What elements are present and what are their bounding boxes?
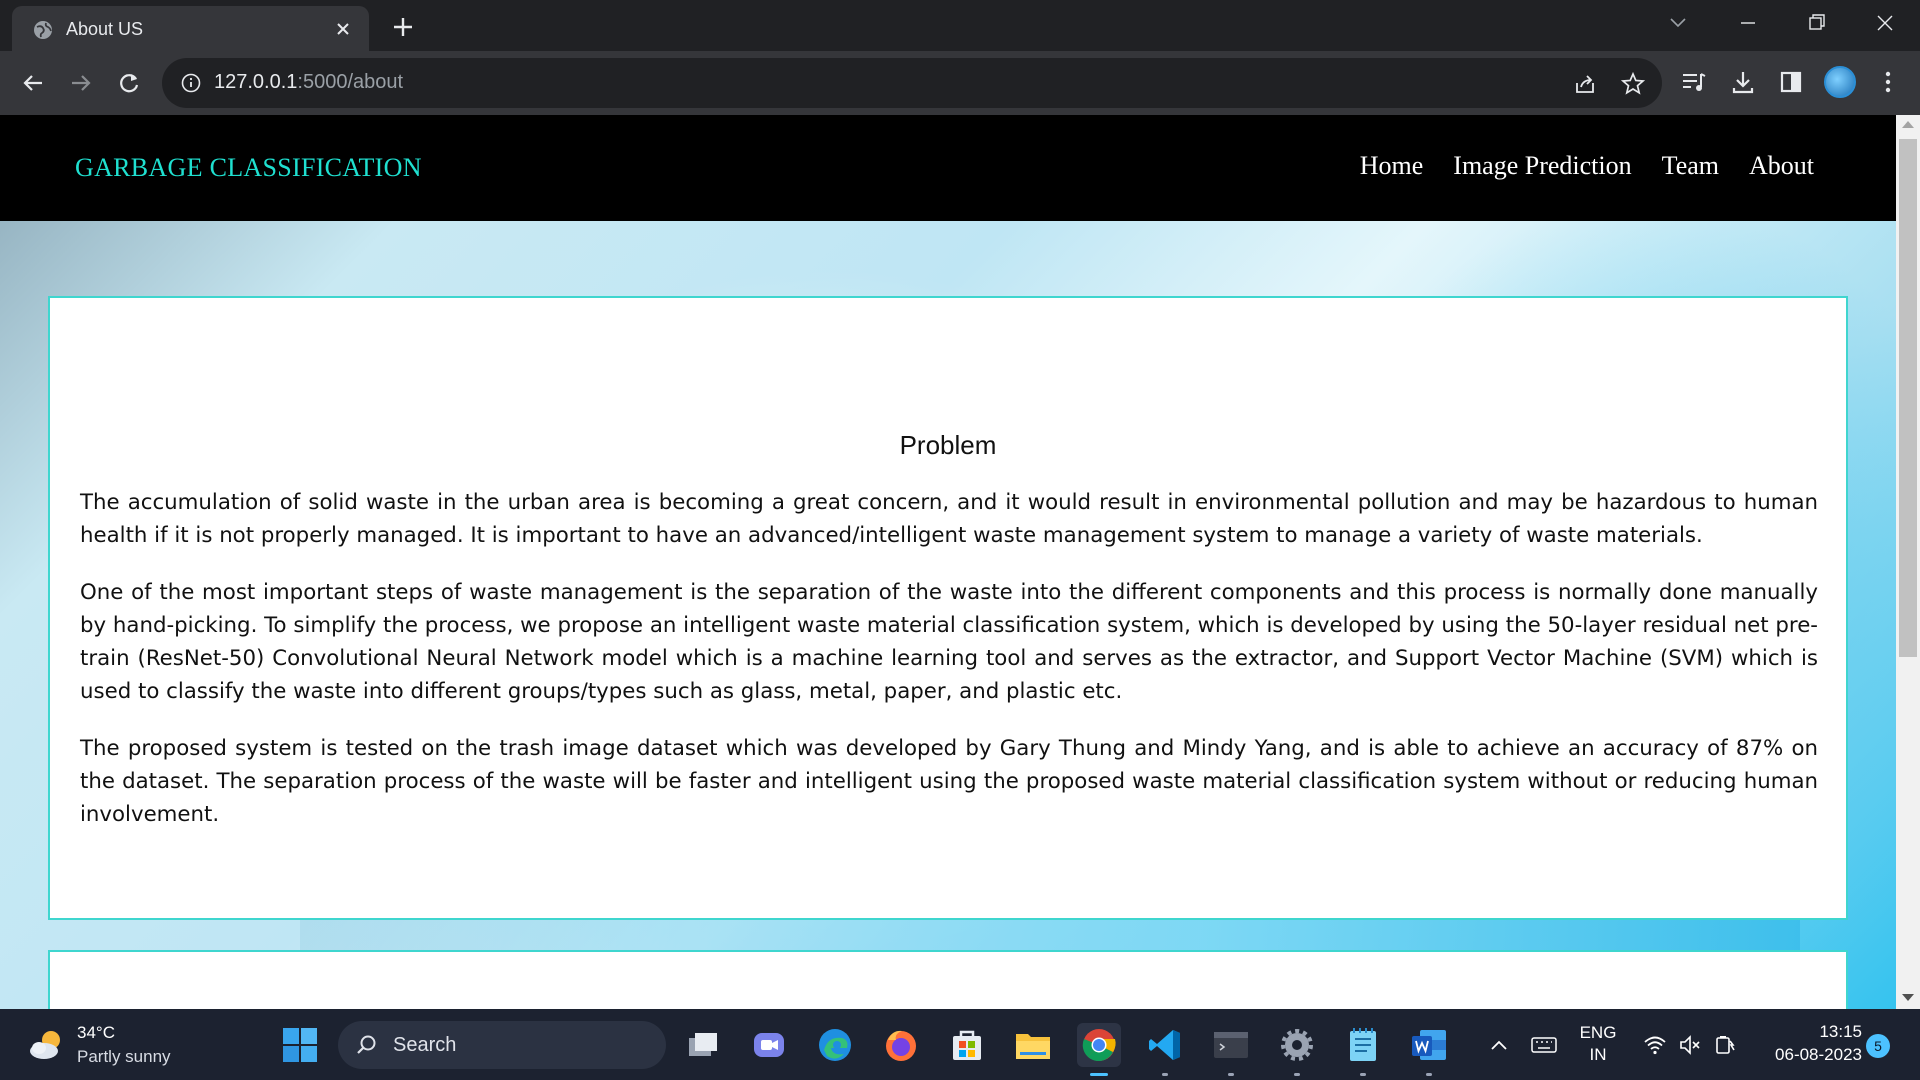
file-explorer-icon[interactable] [1011, 1023, 1055, 1067]
scroll-down-arrow-icon[interactable] [1902, 994, 1914, 1001]
site-navbar: GARBAGE CLASSIFICATION Home Image Predic… [0, 115, 1896, 221]
weather-temperature[interactable]: 34°C [77, 1023, 115, 1043]
weather-description[interactable]: Partly sunny [77, 1047, 171, 1067]
keyboard-icon[interactable] [1530, 1033, 1558, 1057]
url-path: :5000/about [297, 71, 404, 93]
edge-glyph-icon [819, 1029, 851, 1061]
clock[interactable]: 13:15 06-08-2023 [1752, 1022, 1862, 1065]
profile-avatar[interactable] [1824, 66, 1856, 98]
clock-time: 13:15 [1819, 1022, 1862, 1041]
forward-arrow-icon[interactable] [66, 68, 96, 98]
search-label: Search [393, 1034, 457, 1056]
problem-text: The accumulation of solid waste in the u… [80, 486, 1818, 855]
firefox-glyph-icon [886, 1030, 916, 1061]
teams-chat-icon[interactable] [747, 1023, 791, 1067]
task-view-glyph-icon [689, 1033, 717, 1056]
speaker-muted-icon[interactable] [1678, 1033, 1702, 1057]
edge-browser-icon[interactable] [813, 1023, 857, 1067]
chevron-up-icon[interactable] [1487, 1033, 1511, 1057]
scrollbar-thumb[interactable] [1899, 139, 1917, 657]
terminal-icon[interactable] [1209, 1023, 1253, 1076]
nav-home[interactable]: Home [1360, 151, 1424, 181]
url-host: 127.0.0.1 [214, 71, 298, 93]
store-glyph-icon [953, 1030, 981, 1060]
clock-date: 06-08-2023 [1775, 1045, 1862, 1064]
download-icon[interactable] [1729, 68, 1757, 96]
windows-taskbar: 34°C Partly sunny Search ENG IN 13:15 06… [0, 1009, 1920, 1080]
bookmark-star-icon[interactable] [1620, 71, 1646, 97]
folder-glyph-icon [1016, 1034, 1050, 1059]
scroll-up-arrow-icon[interactable] [1902, 121, 1914, 128]
tab-title: About US [66, 19, 144, 39]
word-glyph-icon [1412, 1030, 1446, 1060]
next-card [48, 950, 1848, 1009]
terminal-glyph-icon [1214, 1032, 1248, 1058]
nav-team[interactable]: Team [1662, 151, 1719, 181]
tab-strip: About US [0, 0, 1920, 51]
close-tab-icon[interactable] [331, 17, 355, 41]
vscode-glyph-icon [1149, 1030, 1180, 1060]
media-control-icon[interactable] [1680, 68, 1708, 96]
running-indicator [1360, 1073, 1366, 1076]
vscode-icon[interactable] [1143, 1023, 1187, 1076]
battery-charging-icon[interactable] [1713, 1033, 1737, 1057]
browser-toolbar: 127.0.0.1:5000/about [0, 51, 1920, 115]
restore-icon[interactable] [1793, 8, 1839, 38]
language-code: ENG [1579, 1023, 1617, 1042]
running-indicator [1228, 1073, 1234, 1076]
chrome-glyph-icon [1082, 1029, 1116, 1062]
site-brand[interactable]: GARBAGE CLASSIFICATION [75, 153, 422, 183]
new-tab-icon[interactable] [388, 12, 418, 42]
chrome-icon[interactable] [1077, 1023, 1121, 1076]
windows-start-icon[interactable] [282, 1027, 318, 1063]
wifi-icon[interactable] [1643, 1033, 1667, 1057]
active-indicator [1090, 1073, 1108, 1076]
microsoft-store-icon[interactable] [945, 1023, 989, 1067]
language-indicator[interactable]: ENG IN [1578, 1023, 1618, 1065]
globe-icon [34, 21, 52, 39]
running-indicator [1426, 1073, 1432, 1076]
notification-badge[interactable]: 5 [1866, 1034, 1890, 1058]
back-arrow-icon[interactable] [18, 68, 48, 98]
address-bar[interactable]: 127.0.0.1:5000/about [162, 58, 1662, 108]
paragraph: The proposed system is tested on the tra… [80, 736, 1818, 827]
side-panel-icon[interactable] [1777, 68, 1805, 96]
nav-about[interactable]: About [1749, 151, 1814, 181]
reload-icon[interactable] [114, 68, 144, 98]
firefox-icon[interactable] [879, 1023, 923, 1067]
section-heading: Problem [899, 430, 997, 460]
minimize-icon[interactable] [1725, 8, 1771, 38]
running-indicator [1162, 1073, 1168, 1076]
window-close-icon[interactable] [1862, 8, 1908, 38]
gear-icon [1281, 1029, 1313, 1061]
word-icon[interactable] [1407, 1023, 1451, 1076]
settings-gear-icon[interactable] [1275, 1023, 1319, 1076]
nav-image-prediction[interactable]: Image Prediction [1453, 151, 1631, 181]
region-code: IN [1589, 1045, 1607, 1064]
nav-links: Home Image Prediction Team About [1360, 151, 1814, 181]
notepad-icon[interactable] [1341, 1023, 1385, 1076]
more-menu-icon[interactable] [1874, 68, 1902, 96]
notepad-glyph-icon [1350, 1028, 1376, 1061]
taskbar-search[interactable]: Search [338, 1021, 666, 1069]
paragraph: The accumulation of solid waste in the u… [80, 490, 1818, 548]
chat-glyph-icon [754, 1033, 784, 1057]
running-indicator [1294, 1073, 1300, 1076]
url-text[interactable]: 127.0.0.1:5000/about [214, 71, 403, 94]
problem-card: Problem The accumulation of solid waste … [48, 296, 1848, 920]
vertical-scrollbar[interactable] [1896, 115, 1920, 1009]
page-viewport: GARBAGE CLASSIFICATION Home Image Predic… [0, 115, 1896, 1009]
share-icon[interactable] [1572, 71, 1598, 97]
tab-search-chevron-icon[interactable] [1655, 8, 1701, 38]
task-view-icon[interactable] [682, 1023, 726, 1067]
site-info-icon[interactable] [180, 72, 202, 94]
paragraph: One of the most important steps of waste… [80, 580, 1818, 704]
partly-sunny-icon[interactable] [28, 1027, 68, 1063]
browser-tab-active[interactable]: About US [12, 6, 369, 51]
search-icon [357, 1035, 376, 1054]
